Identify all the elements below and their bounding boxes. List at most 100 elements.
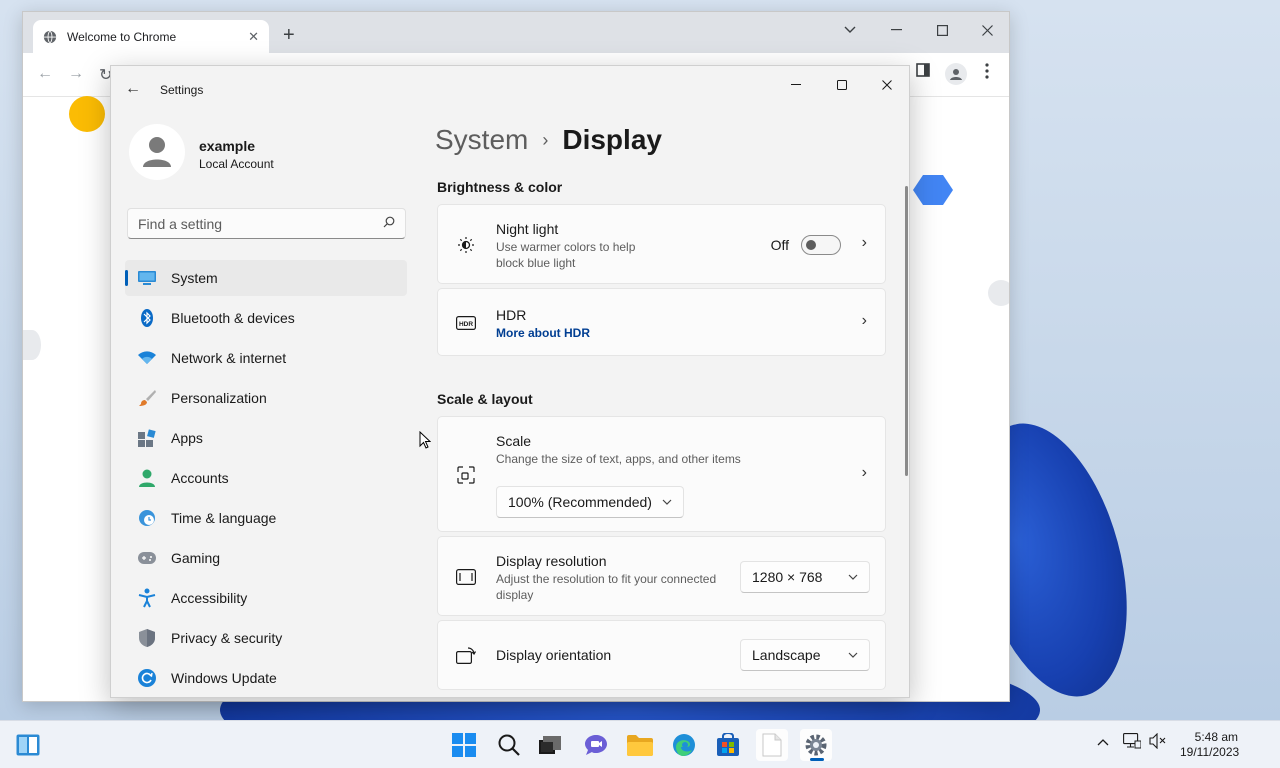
display-orientation-card[interactable]: Display orientation Landscape: [437, 620, 886, 690]
new-tab-button[interactable]: +: [283, 25, 295, 45]
svg-text:HDR: HDR: [459, 321, 473, 328]
side-panel-icon[interactable]: [916, 63, 930, 82]
toggle-state-label: Off: [770, 237, 789, 253]
nav-item-label: Bluetooth & devices: [171, 310, 295, 326]
window-title: Settings: [160, 83, 204, 97]
display-resolution-card[interactable]: Display resolution Adjust the resolution…: [437, 536, 886, 616]
nav-item-personalization[interactable]: Personalization: [125, 380, 407, 416]
dropdown-value: 100% (Recommended): [508, 494, 652, 510]
orientation-dropdown[interactable]: Landscape: [740, 639, 870, 671]
card-title: Display resolution: [496, 553, 607, 569]
nav-item-privacy-security[interactable]: Privacy & security: [125, 620, 407, 656]
section-heading: Brightness & color: [437, 179, 563, 195]
page-title: Display: [562, 124, 662, 155]
nav-item-accounts[interactable]: Accounts: [125, 460, 407, 496]
accounts-icon: [137, 468, 157, 488]
decorative-shape: [23, 330, 41, 360]
nav-item-system[interactable]: System: [125, 260, 407, 296]
nav-item-bluetooth[interactable]: Bluetooth & devices: [125, 300, 407, 336]
scale-card[interactable]: Scale Change the size of text, apps, and…: [437, 416, 886, 532]
more-about-hdr-link[interactable]: More about HDR: [496, 326, 590, 340]
active-app-indicator: [810, 758, 824, 761]
nav-item-windows-update[interactable]: Windows Update: [125, 660, 407, 696]
decorative-shape: [913, 175, 953, 205]
clock[interactable]: 5:48 am 19/11/2023: [1180, 730, 1239, 760]
nav-item-time-language[interactable]: Time & language: [125, 500, 407, 536]
nav-item-apps[interactable]: Apps: [125, 420, 407, 456]
nav-item-label: Windows Update: [171, 670, 277, 686]
chrome-tab[interactable]: Welcome to Chrome ✕: [33, 20, 269, 53]
network-icon[interactable]: [1123, 733, 1142, 752]
nav-item-label: Accounts: [171, 470, 229, 486]
chevron-down-icon: [848, 571, 858, 583]
tab-title: Welcome to Chrome: [67, 29, 177, 44]
close-icon[interactable]: [864, 70, 909, 100]
dropdown-value: Landscape: [752, 647, 821, 663]
accessibility-icon: [137, 588, 157, 608]
maximize-icon[interactable]: [919, 16, 965, 44]
search-icon[interactable]: [383, 216, 395, 231]
scrollbar[interactable]: [905, 186, 908, 476]
store-icon[interactable]: [712, 729, 744, 761]
settings-window: ← Settings example Local Account System …: [110, 65, 910, 698]
nav-item-gaming[interactable]: Gaming: [125, 540, 407, 576]
night-light-card[interactable]: Night light Use warmer colors to help bl…: [437, 204, 886, 284]
profile-icon[interactable]: [945, 63, 967, 85]
notepad-icon[interactable]: [756, 729, 788, 761]
resolution-icon: [456, 567, 476, 587]
maximize-icon[interactable]: [819, 70, 865, 100]
search-icon[interactable]: [493, 729, 525, 761]
back-arrow-icon[interactable]: ←: [125, 80, 141, 98]
card-description: Change the size of text, apps, and other…: [496, 452, 741, 466]
forward-arrow-icon[interactable]: →: [68, 65, 84, 83]
teams-chat-icon[interactable]: [580, 729, 612, 761]
task-view-icon[interactable]: [534, 729, 566, 761]
search-input[interactable]: [138, 215, 383, 232]
card-title: Scale: [496, 433, 532, 449]
chevron-down-icon: [662, 496, 672, 508]
close-icon[interactable]: [964, 16, 1009, 44]
scale-dropdown[interactable]: 100% (Recommended): [496, 486, 684, 518]
resolution-dropdown[interactable]: 1280 × 768: [740, 561, 870, 593]
nav-item-accessibility[interactable]: Accessibility: [125, 580, 407, 616]
chevron-right-icon[interactable]: ›: [862, 312, 867, 330]
tab-search-icon[interactable]: [827, 16, 873, 44]
minimize-icon[interactable]: [873, 16, 919, 44]
show-widgets-icon[interactable]: [12, 729, 44, 761]
minimize-icon[interactable]: [773, 70, 819, 100]
edge-icon[interactable]: [668, 729, 700, 761]
chevron-right-icon[interactable]: ›: [862, 234, 867, 252]
nav-item-label: Privacy & security: [171, 630, 283, 646]
breadcrumb-parent[interactable]: System: [435, 124, 528, 156]
settings-nav: System Bluetooth & devices Network & int…: [125, 260, 407, 697]
menu-icon[interactable]: [985, 63, 989, 84]
tab-close-icon[interactable]: ✕: [248, 29, 259, 45]
chevron-right-icon[interactable]: ›: [862, 464, 867, 482]
dropdown-value: 1280 × 768: [752, 569, 823, 585]
back-arrow-icon[interactable]: ←: [37, 65, 53, 83]
clock-time: 5:48 am: [1194, 730, 1238, 744]
scale-icon: [456, 465, 476, 485]
chrome-tab-strip: Welcome to Chrome ✕ +: [23, 12, 1009, 53]
wifi-icon: [137, 348, 157, 368]
volume-muted-icon[interactable]: [1149, 732, 1167, 752]
profile-account-type: Local Account: [199, 157, 274, 171]
hdr-card[interactable]: HDR HDR More about HDR ›: [437, 288, 886, 356]
settings-icon[interactable]: [800, 729, 832, 761]
brush-icon: [137, 388, 157, 408]
night-light-toggle[interactable]: [801, 235, 841, 255]
decorative-shape: [988, 280, 1009, 306]
nav-item-label: System: [171, 270, 218, 286]
start-icon[interactable]: [448, 729, 480, 761]
taskbar: 5:48 am 19/11/2023: [0, 720, 1280, 768]
file-explorer-icon[interactable]: [624, 729, 656, 761]
avatar[interactable]: [129, 124, 185, 180]
nav-item-network[interactable]: Network & internet: [125, 340, 407, 376]
card-title: HDR: [496, 307, 527, 323]
search-box[interactable]: [127, 208, 406, 239]
show-hidden-icons-icon[interactable]: [1097, 733, 1109, 749]
apps-icon: [137, 428, 157, 448]
gamepad-icon: [137, 548, 157, 568]
settings-titlebar: ← Settings: [111, 66, 909, 114]
user-icon: [143, 137, 171, 167]
